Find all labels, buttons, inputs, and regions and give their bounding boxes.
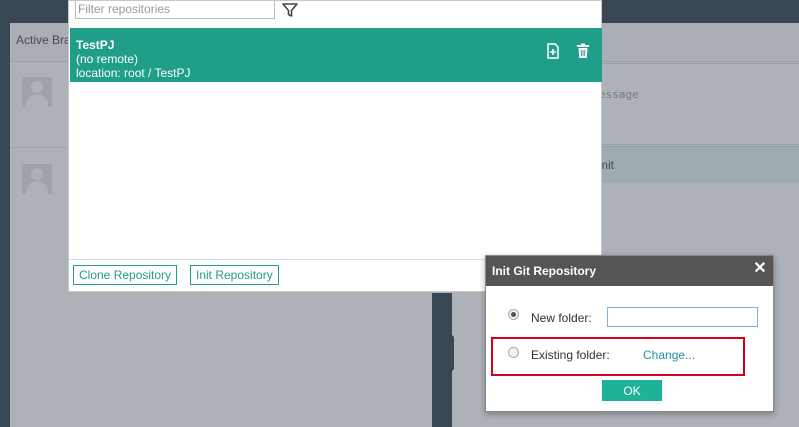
dialog-header: Init Git Repository ✕ [486,256,773,286]
init-repository-button[interactable]: Init Repository [190,265,279,285]
repository-panel: TestPJ (no remote) location: root / Test… [68,0,602,292]
existing-folder-highlight [491,337,745,376]
new-folder-radio[interactable] [508,309,519,320]
trash-icon[interactable] [575,43,591,59]
repository-location: location: root / TestPJ [76,66,191,80]
existing-folder-radio[interactable] [508,347,519,358]
change-folder-link[interactable]: Change... [643,348,695,362]
close-icon[interactable]: ✕ [753,261,767,277]
new-folder-label: New folder: [531,311,592,325]
init-git-repository-dialog: Init Git Repository ✕ New folder: Existi… [485,255,774,412]
filter-repositories-input[interactable] [78,1,268,17]
repository-name: TestPJ [76,38,115,52]
ok-button[interactable]: OK [602,380,662,401]
dialog-title: Init Git Repository [492,264,597,278]
existing-folder-label: Existing folder: [531,348,610,362]
new-folder-input[interactable] [607,307,758,327]
repository-item[interactable]: TestPJ (no remote) location: root / Test… [70,28,602,82]
clone-repository-button[interactable]: Clone Repository [73,265,178,285]
filter-icon[interactable] [282,2,298,18]
repository-remote: (no remote) [76,52,139,66]
filter-box [75,1,275,19]
add-file-icon[interactable] [545,43,561,59]
